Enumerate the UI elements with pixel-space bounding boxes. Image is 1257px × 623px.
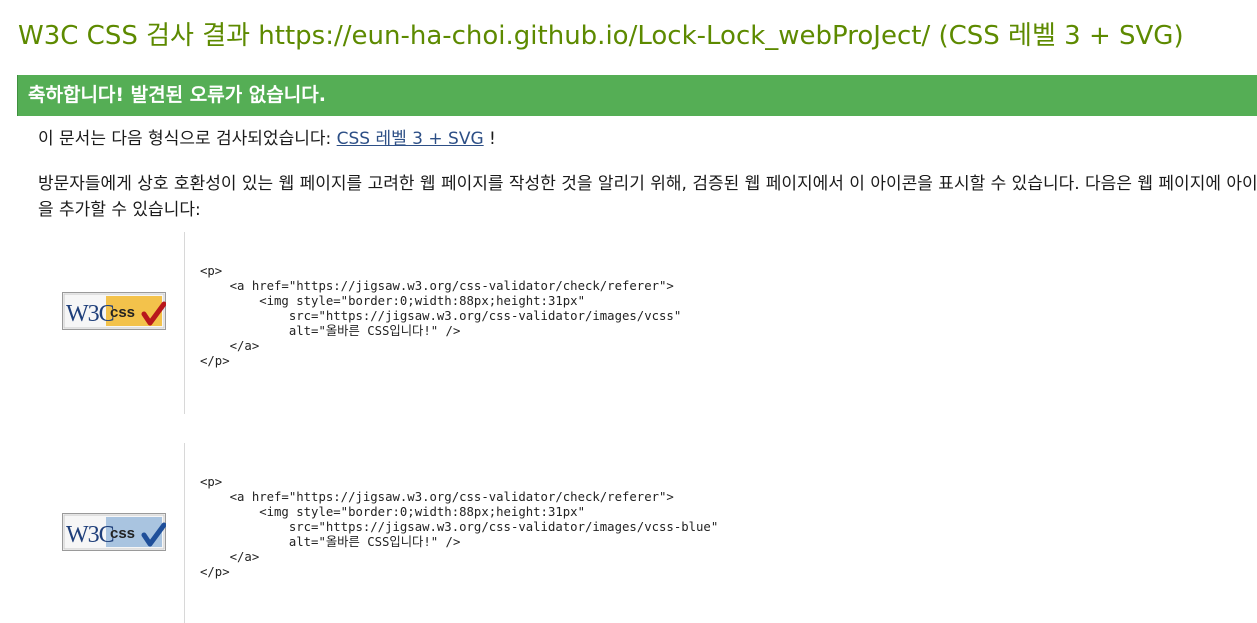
badge-w3c-label: W3C	[66, 301, 114, 327]
profile-suffix: !	[483, 129, 496, 149]
code-divider	[184, 232, 185, 414]
badge-embed-code: <p> <a href="https://jigsaw.w3.org/css-v…	[200, 264, 682, 368]
badge-css-label: css	[110, 525, 135, 542]
badge-row-blue: W3C css <p> <a href="https://jigsaw.w3.o…	[0, 443, 1257, 623]
validation-profile-text: 이 문서는 다음 형식으로 검사되었습니다: CSS 레벨 3 + SVG !	[38, 126, 496, 152]
w3c-css-badge-blue: W3C css	[62, 513, 166, 551]
profile-prefix: 이 문서는 다음 형식으로 검사되었습니다:	[38, 129, 337, 149]
profile-link[interactable]: CSS 레벨 3 + SVG	[337, 129, 484, 149]
badge-embed-code: <p> <a href="https://jigsaw.w3.org/css-v…	[200, 475, 719, 579]
code-divider	[184, 443, 185, 623]
badge-info-text: 방문자들에게 상호 호환성이 있는 웹 페이지를 고려한 웹 페이지를 작성한 …	[38, 174, 1257, 220]
css-badge-gold-link[interactable]: W3C css	[62, 292, 168, 332]
badge-w3c-label: W3C	[66, 522, 114, 548]
success-message: 축하합니다! 발견된 오류가 없습니다.	[28, 84, 326, 106]
success-banner: 축하합니다! 발견된 오류가 없습니다.	[17, 75, 1257, 116]
page-title: W3C CSS 검사 결과 https://eun-ha-choi.github…	[18, 21, 1184, 51]
badge-row-gold: W3C css <p> <a href="https://jigsaw.w3.o…	[0, 232, 1257, 414]
css-badge-blue-link[interactable]: W3C css	[62, 513, 168, 553]
badge-css-label: css	[110, 304, 135, 321]
w3c-css-badge-gold: W3C css	[62, 292, 166, 330]
